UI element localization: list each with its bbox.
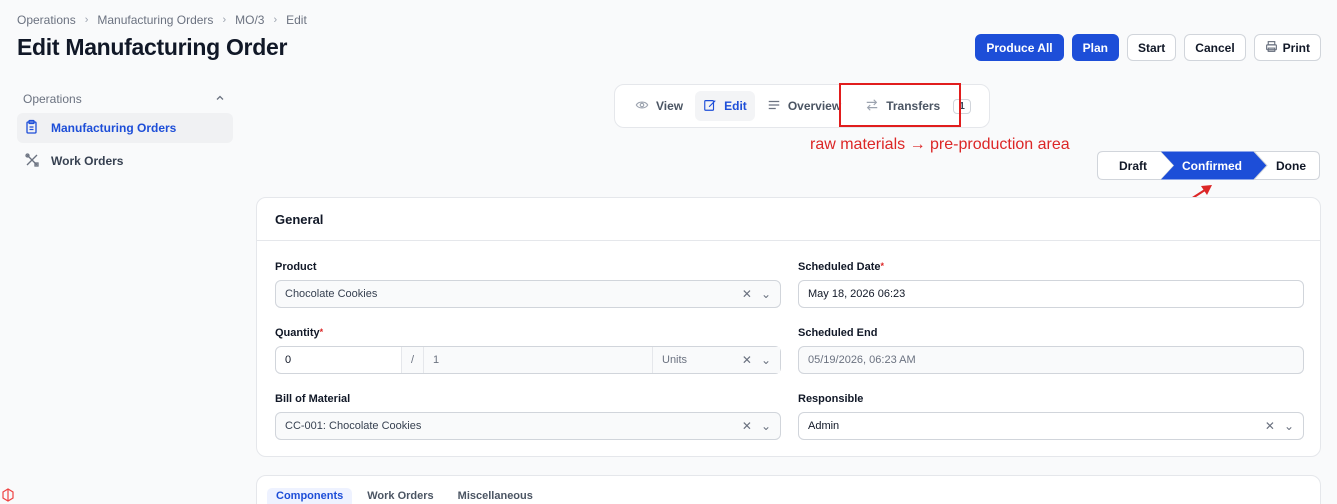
chevron-down-icon[interactable]: ⌄ xyxy=(1284,419,1294,433)
sidebar-item-manufacturing-orders[interactable]: Manufacturing Orders xyxy=(17,113,233,143)
breadcrumb: Operations › Manufacturing Orders › MO/3… xyxy=(17,13,307,27)
chevron-right-icon: › xyxy=(222,14,227,26)
plan-button[interactable]: Plan xyxy=(1071,34,1119,61)
breadcrumb-edit: Edit xyxy=(286,13,307,27)
quantity-label: Quantity* xyxy=(275,327,323,339)
quantity-separator: / xyxy=(402,347,424,373)
app-logo-icon xyxy=(0,486,17,504)
eye-icon xyxy=(635,98,649,115)
quantity-total: 1 xyxy=(424,347,653,373)
printer-icon xyxy=(1265,40,1278,56)
annotation-highlight-box xyxy=(839,83,961,127)
chevron-down-icon[interactable]: ⌄ xyxy=(761,287,771,301)
status-step-confirmed[interactable]: Confirmed xyxy=(1177,151,1247,180)
breadcrumb-mo[interactable]: MO/3 xyxy=(235,13,264,27)
quantity-value: 0 xyxy=(285,354,292,366)
clipboard-icon xyxy=(24,119,40,138)
tab-label: View xyxy=(656,99,684,113)
general-card: General Product Chocolate Cookies ✕ ⌄ Qu… xyxy=(256,197,1321,457)
header-actions: Produce All Plan Start Cancel Print xyxy=(975,34,1321,61)
cancel-button[interactable]: Cancel xyxy=(1184,34,1246,61)
status-step-done[interactable]: Done xyxy=(1273,151,1309,180)
status-pipeline: Draft Confirmed Done xyxy=(1097,151,1320,180)
required-marker: * xyxy=(880,261,885,271)
breadcrumb-manufacturing-orders[interactable]: Manufacturing Orders xyxy=(97,13,213,27)
unit-value: Units xyxy=(662,354,688,366)
responsible-value: Admin xyxy=(808,420,840,432)
tab-components[interactable]: Components xyxy=(267,488,353,504)
tab-label: Edit xyxy=(724,99,747,113)
tab-overview[interactable]: Overview xyxy=(759,91,849,121)
quantity-label-text: Quantity xyxy=(275,327,320,339)
sidebar-group-operations[interactable]: Operations xyxy=(17,88,233,110)
tools-icon xyxy=(24,152,40,171)
scheduled-date-input[interactable]: May 18, 2026 06:23 xyxy=(798,280,1304,308)
tab-label: Overview xyxy=(787,99,842,113)
bom-label: Bill of Material xyxy=(275,393,351,405)
sidebar-group-label: Operations xyxy=(23,92,82,106)
responsible-label: Responsible xyxy=(798,393,864,405)
page-title: Edit Manufacturing Order xyxy=(17,34,288,60)
clear-icon[interactable]: ✕ xyxy=(1265,419,1275,433)
sidebar-item-label: Manufacturing Orders xyxy=(51,121,177,135)
status-step-draft[interactable]: Draft xyxy=(1111,151,1155,180)
chevron-right-icon: › xyxy=(84,14,89,26)
product-select[interactable]: Chocolate Cookies ✕ ⌄ xyxy=(275,280,781,308)
chevron-down-icon[interactable]: ⌄ xyxy=(761,353,771,367)
scheduled-date-label: Scheduled Date* xyxy=(798,261,884,273)
tab-view[interactable]: View xyxy=(627,91,691,121)
product-value: Chocolate Cookies xyxy=(285,288,378,300)
quantity-group: 0 / 1 Units ✕ ⌄ xyxy=(275,346,781,374)
chevron-right-icon: › xyxy=(273,14,278,26)
sidebar-item-label: Work Orders xyxy=(51,154,124,168)
lines-icon xyxy=(767,98,781,115)
bom-select[interactable]: CC-001: Chocolate Cookies ✕ ⌄ xyxy=(275,412,781,440)
tab-miscellaneous[interactable]: Miscellaneous xyxy=(449,488,542,504)
tab-work-orders[interactable]: Work Orders xyxy=(358,488,442,504)
required-marker: * xyxy=(319,327,324,337)
clear-icon[interactable]: ✕ xyxy=(742,353,752,367)
tab-edit[interactable]: Edit xyxy=(695,91,755,121)
chevron-down-icon[interactable]: ⌄ xyxy=(761,419,771,433)
scheduled-date-label-text: Scheduled Date xyxy=(798,261,881,273)
sidebar-item-work-orders[interactable]: Work Orders xyxy=(17,146,233,176)
general-card-title: General xyxy=(257,198,1320,241)
start-button[interactable]: Start xyxy=(1126,34,1177,61)
annotation-text: raw materials → pre-production area xyxy=(810,136,1070,153)
print-button[interactable]: Print xyxy=(1253,34,1321,61)
clear-icon[interactable]: ✕ xyxy=(742,287,752,301)
pencil-icon xyxy=(703,98,717,115)
product-label: Product xyxy=(275,261,317,273)
scheduled-end-label: Scheduled End xyxy=(798,327,878,339)
scheduled-date-value: May 18, 2026 06:23 xyxy=(808,288,906,300)
bom-value: CC-001: Chocolate Cookies xyxy=(285,420,422,432)
scheduled-end-input: 05/19/2026, 06:23 AM xyxy=(798,346,1304,374)
print-label: Print xyxy=(1282,40,1310,55)
breadcrumb-operations[interactable]: Operations xyxy=(17,13,76,27)
sidebar: Operations Manufacturing Orders Work Ord… xyxy=(17,88,233,176)
scheduled-end-value: 05/19/2026, 06:23 AM xyxy=(808,354,916,366)
produce-all-button[interactable]: Produce All xyxy=(975,34,1064,61)
chevron-up-icon xyxy=(215,92,225,106)
bottom-tabs: Components Work Orders Miscellaneous xyxy=(256,475,1321,504)
quantity-input[interactable]: 0 xyxy=(276,347,402,373)
unit-select[interactable]: Units ✕ ⌄ xyxy=(653,347,780,373)
clear-icon[interactable]: ✕ xyxy=(742,419,752,433)
responsible-select[interactable]: Admin ✕ ⌄ xyxy=(798,412,1304,440)
